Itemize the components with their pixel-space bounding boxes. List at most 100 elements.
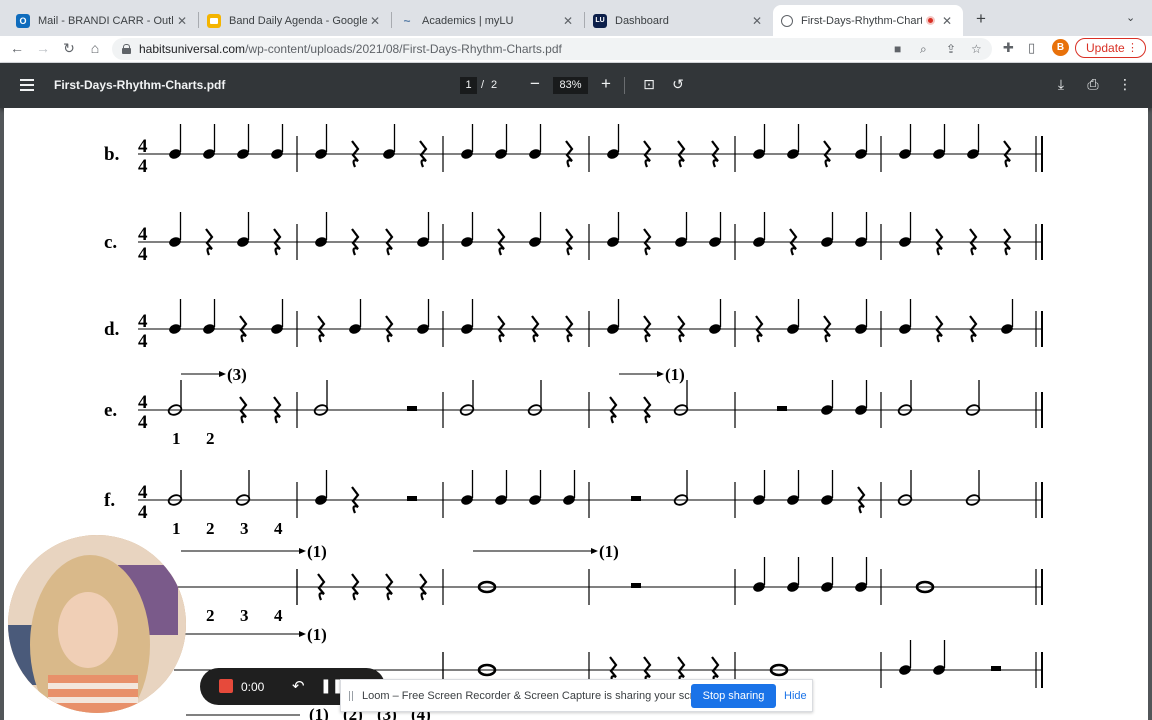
count-number: 1 bbox=[172, 519, 181, 538]
zoom-out-icon[interactable]: − bbox=[527, 74, 543, 94]
reload-icon[interactable]: ↻ bbox=[60, 40, 78, 57]
tab-rhythm-charts[interactable]: First-Days-Rhythm-Charts ✕ bbox=[773, 5, 963, 36]
row-label: b. bbox=[104, 144, 119, 165]
url-path: /wp-content/uploads/2021/08/First-Days-R… bbox=[245, 42, 562, 56]
count-number: 4 bbox=[274, 519, 283, 538]
tab-band-agenda[interactable]: Band Daily Agenda - Google Sl ✕ bbox=[199, 5, 391, 36]
zoom-input[interactable]: 83% bbox=[553, 77, 588, 94]
tab-label: Dashboard bbox=[615, 14, 669, 27]
pdf-toolbar: First-Days-Rhythm-Charts.pdf 1 / 2 − 83%… bbox=[0, 63, 1152, 108]
globe-icon bbox=[781, 14, 793, 27]
arrow-head bbox=[591, 548, 598, 554]
arrow-count: (1) bbox=[599, 542, 619, 561]
arrow-head bbox=[657, 371, 664, 377]
back-icon[interactable]: ← bbox=[8, 40, 26, 56]
count-number: 2 bbox=[206, 519, 215, 538]
url-host: habitsuniversal.com bbox=[139, 42, 246, 56]
arrow-count: (3) bbox=[227, 365, 247, 384]
zoom-icon[interactable]: ⌕ bbox=[920, 42, 927, 57]
close-icon[interactable]: ✕ bbox=[560, 14, 576, 28]
row-label: c. bbox=[104, 232, 117, 253]
arrow-count: (1) bbox=[307, 625, 327, 644]
lock-icon bbox=[122, 44, 131, 54]
time-signature-bottom: 4 bbox=[138, 244, 148, 265]
tab-label: First-Days-Rhythm-Charts bbox=[801, 14, 922, 27]
share-icon[interactable]: ⇪ bbox=[946, 42, 956, 56]
time-signature-top: 4 bbox=[138, 224, 148, 245]
count-number: 4 bbox=[274, 606, 283, 625]
arrow-head bbox=[299, 548, 306, 554]
count-number: 3 bbox=[240, 519, 249, 538]
restart-icon[interactable]: ↶ bbox=[292, 677, 305, 695]
outlook-icon: O bbox=[16, 13, 30, 28]
mylu-icon: ~ bbox=[403, 13, 411, 28]
page-separator: / bbox=[481, 79, 485, 91]
tab-label: Band Daily Agenda - Google Sl bbox=[229, 14, 367, 27]
time-signature-bottom: 4 bbox=[138, 331, 148, 352]
arrow-head bbox=[219, 371, 226, 377]
fit-page-icon[interactable]: ⊡ bbox=[640, 76, 658, 93]
time-signature-top: 4 bbox=[138, 482, 148, 503]
address-bar[interactable]: habitsuniversal.com/wp-content/uploads/2… bbox=[112, 38, 992, 60]
more-vertical-icon[interactable]: ⋮ bbox=[1116, 76, 1134, 93]
time-signature-bottom: 4 bbox=[138, 502, 148, 523]
close-icon[interactable]: ✕ bbox=[749, 14, 765, 28]
bookmark-star-icon[interactable]: ☆ bbox=[971, 42, 982, 56]
close-icon[interactable]: ✕ bbox=[939, 14, 955, 28]
browser-toolbar: ← → ↻ ⌂ habitsuniversal.com/wp-content/u… bbox=[0, 36, 1152, 63]
camera-icon[interactable]: ■ bbox=[894, 42, 901, 56]
print-icon[interactable]: ⎙ bbox=[1084, 76, 1102, 93]
tab-strip: O Mail - BRANDI CARR - Outlook ✕ Band Da… bbox=[0, 0, 1152, 36]
download-icon[interactable]: ⤓ bbox=[1052, 76, 1070, 93]
profile-avatar[interactable]: B bbox=[1052, 39, 1069, 56]
webcam-bubble[interactable] bbox=[8, 535, 186, 713]
time-signature-top: 4 bbox=[138, 392, 148, 413]
tab-label: Academics | myLU bbox=[422, 14, 514, 27]
update-button[interactable]: Update ⋮ bbox=[1075, 38, 1146, 58]
more-vertical-icon: ⋮ bbox=[1127, 42, 1138, 54]
count-number: 2 bbox=[206, 429, 215, 448]
screen-share-bar: Loom – Free Screen Recorder & Screen Cap… bbox=[340, 679, 813, 712]
update-label: Update bbox=[1086, 41, 1125, 55]
side-panel-icon[interactable]: ▯ bbox=[1028, 40, 1035, 56]
row-label: e. bbox=[104, 400, 117, 421]
half-rest bbox=[631, 496, 641, 501]
recording-icon bbox=[926, 16, 935, 25]
arrow-count: (1) bbox=[665, 365, 685, 384]
time-signature-bottom: 4 bbox=[138, 156, 148, 177]
zoom-in-icon[interactable]: + bbox=[598, 74, 614, 94]
partial-count-label: (1) bbox=[309, 705, 329, 720]
recording-time: 0:00 bbox=[241, 680, 265, 694]
tab-outlook[interactable]: O Mail - BRANDI CARR - Outlook ✕ bbox=[8, 5, 198, 36]
stop-sharing-button[interactable]: Stop sharing bbox=[691, 684, 776, 708]
home-icon[interactable]: ⌂ bbox=[86, 40, 104, 56]
half-rest bbox=[991, 666, 1001, 671]
stop-recording-icon[interactable] bbox=[219, 679, 233, 693]
time-signature-top: 4 bbox=[138, 311, 148, 332]
page-number-input[interactable]: 1 bbox=[460, 77, 477, 94]
webcam-image bbox=[8, 535, 186, 713]
half-rest bbox=[407, 406, 417, 411]
close-icon[interactable]: ✕ bbox=[174, 14, 190, 28]
close-icon[interactable]: ✕ bbox=[367, 14, 383, 28]
forward-icon[interactable]: → bbox=[34, 40, 52, 56]
share-message: Loom – Free Screen Recorder & Screen Cap… bbox=[362, 690, 715, 702]
row-label: d. bbox=[104, 319, 119, 340]
count-number: 3 bbox=[240, 606, 249, 625]
pdf-title: First-Days-Rhythm-Charts.pdf bbox=[54, 78, 226, 92]
dashboard-icon: LU bbox=[593, 13, 607, 28]
drag-handle-icon[interactable] bbox=[349, 691, 353, 701]
hide-button[interactable]: Hide bbox=[784, 690, 807, 702]
half-rest bbox=[777, 406, 787, 411]
arrow-head bbox=[299, 631, 306, 637]
chevron-down-icon[interactable]: ⌄ bbox=[1126, 11, 1135, 24]
extensions-icon[interactable]: ✚ bbox=[1003, 40, 1014, 56]
page-total: 2 bbox=[491, 79, 498, 91]
tab-academics[interactable]: ~ Academics | myLU ✕ bbox=[392, 5, 584, 36]
rotate-icon[interactable]: ↺ bbox=[669, 76, 687, 93]
tab-dashboard[interactable]: LU Dashboard ✕ bbox=[585, 5, 773, 36]
row-label: f. bbox=[104, 490, 115, 511]
menu-icon[interactable] bbox=[20, 79, 34, 91]
arrow-count: (1) bbox=[307, 542, 327, 561]
new-tab-button[interactable]: + bbox=[972, 9, 990, 29]
